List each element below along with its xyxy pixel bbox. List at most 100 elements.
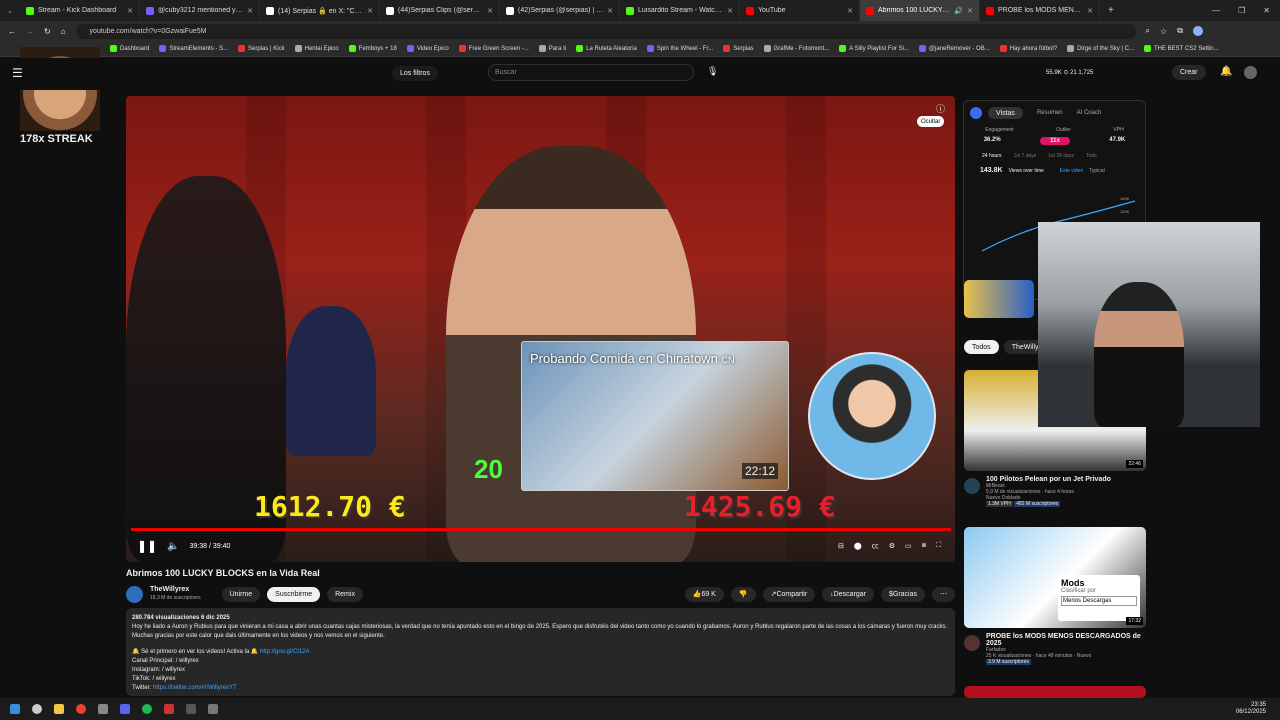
autoplay-toggle[interactable]: ⬤ (854, 542, 862, 550)
rec-thumbnail[interactable]: Mods Clasificar por Menos Descargas 17:3… (964, 527, 1146, 628)
app-icon[interactable] (98, 704, 108, 714)
menu-icon[interactable]: ☰ (12, 66, 23, 80)
close-icon[interactable]: ✕ (487, 7, 493, 15)
close-icon[interactable]: ✕ (367, 7, 373, 15)
end-card-video[interactable]: Probando Comida en Chinatown CN 22:12 (521, 341, 789, 491)
explorer-icon[interactable] (54, 704, 64, 714)
description-link[interactable]: https://twitter.com/#!/WillyrexYT (153, 685, 237, 691)
home-icon[interactable]: ⌂ (61, 27, 66, 36)
description-box[interactable]: 280.784 visualizaciones 6 dic 2025 Hoy h… (126, 608, 955, 696)
browser-tab[interactable]: Luisardito Stream - Watch Live✕ (620, 0, 740, 21)
description-link[interactable]: http://goo.gl/Cl12A (260, 649, 309, 655)
avatar[interactable] (1244, 66, 1257, 79)
spotify-icon[interactable] (142, 704, 152, 714)
new-tab-button[interactable]: + (1100, 5, 1114, 16)
rec-channel-avatar[interactable] (964, 478, 980, 494)
close-icon[interactable]: ✕ (127, 7, 133, 15)
fullscreen-icon[interactable]: ⛶ (936, 542, 951, 550)
progress-bar[interactable] (131, 528, 951, 531)
forward-icon[interactable]: → (26, 27, 34, 36)
bookmark-item[interactable]: Free Green Screen -... (458, 45, 529, 52)
chip-all[interactable]: Todos (964, 340, 999, 354)
bookmark-item[interactable]: Dirge of the Sky | C... (1067, 45, 1134, 52)
close-icon[interactable]: ✕ (967, 7, 973, 15)
bookmark-item[interactable]: Video Epico (406, 45, 449, 52)
captions-icon[interactable]: ㏄ (872, 541, 879, 551)
info-icon[interactable]: ⓘ (936, 102, 945, 115)
more-button[interactable]: ⋯ (932, 586, 955, 602)
remix-button[interactable]: Remix (327, 586, 363, 602)
discord-icon[interactable] (120, 704, 130, 714)
download-button[interactable]: ↓ Descargar (822, 586, 874, 602)
bookmark-item[interactable]: StreamElements - S... (159, 45, 228, 52)
close-icon[interactable]: ✕ (607, 7, 613, 15)
settings-icon[interactable]: ⚙ (889, 542, 895, 550)
back-icon[interactable]: ← (8, 27, 16, 36)
end-card-channel[interactable] (808, 352, 936, 480)
miniplayer-icon[interactable]: ⊟ (838, 542, 844, 550)
tab-search-icon[interactable]: ⌄ (0, 7, 20, 15)
hide-button[interactable]: Ocultar (917, 116, 945, 127)
bookmark-item[interactable]: @janeRemover - OB... (918, 45, 990, 52)
rec-item[interactable]: 100 Pilotos Pelean por un Jet Privado Mr… (964, 476, 1146, 507)
browser-tab-active[interactable]: Abrimos 100 LUCKY BLOC🔊✕ (860, 0, 980, 21)
bookmark-item[interactable]: Serpias (723, 45, 754, 52)
views-dropdown[interactable]: Views over time (1009, 168, 1044, 174)
app-icon[interactable] (164, 704, 174, 714)
close-window-icon[interactable]: ✕ (1263, 6, 1270, 15)
star-icon[interactable]: ☆ (1160, 27, 1167, 36)
bookmark-item[interactable]: Femboys + 18 (348, 45, 397, 52)
search-input[interactable]: Buscar (488, 64, 694, 81)
bookmark-item[interactable]: Serpias | Kick (238, 45, 285, 52)
mic-icon[interactable]: 🎙 (707, 66, 718, 77)
range-option[interactable]: 1st 7 days (1013, 153, 1036, 159)
thanks-button[interactable]: $ Gracias (880, 586, 925, 602)
rec-thumbnail[interactable] (964, 686, 1146, 698)
close-icon[interactable]: ✕ (847, 7, 853, 15)
theater-icon[interactable]: ▭ (905, 542, 912, 550)
browser-tab[interactable]: (44)Serpias Clips (@serpias.clip✕ (380, 0, 500, 21)
channel-name[interactable]: TheWillyrex (150, 586, 201, 594)
bookmark-item[interactable]: Dashboard (110, 45, 149, 52)
close-icon[interactable]: ✕ (727, 7, 733, 15)
extensions-icon[interactable]: ⧉ (1177, 26, 1183, 36)
channel-avatar[interactable] (126, 585, 143, 603)
browser-tab[interactable]: @cuby3212 mentioned you ✕ (140, 0, 260, 21)
app-icon[interactable] (186, 704, 196, 714)
start-icon[interactable] (10, 704, 20, 714)
rec-channel-avatar[interactable] (964, 635, 980, 651)
video-player[interactable]: ⓘ Ocultar 1612.70 € 1425.69 € 20 (126, 96, 955, 562)
rec-item[interactable]: PROBE los MODS MENOS DESCARGADOS de 2025… (964, 633, 1146, 665)
range-option[interactable]: 24 hours (982, 153, 1001, 159)
range-option[interactable]: Todo (1086, 153, 1097, 159)
audio-icon[interactable]: 🔊 (954, 7, 963, 15)
filters-button[interactable]: Los filtros (392, 66, 438, 81)
cast-icon[interactable]: ⧈ (922, 542, 926, 550)
volume-icon[interactable]: 🔈 (167, 541, 179, 552)
minimize-icon[interactable]: — (1212, 6, 1220, 15)
bookmark-item[interactable]: Para ti (538, 45, 566, 52)
subscribe-button[interactable]: Suscribirme (267, 586, 321, 602)
search-taskbar-icon[interactable] (32, 704, 42, 714)
browser-tab[interactable]: Stream - Kick Dashboard ✕ (20, 0, 140, 21)
browser-tab[interactable]: (14) Serpias 🔒 en X: "Chicos te✕ (260, 0, 380, 21)
share-button[interactable]: ↗ Compartir (762, 586, 816, 602)
join-button[interactable]: Unirme (221, 586, 261, 602)
maximize-icon[interactable]: ❐ (1238, 6, 1245, 15)
notifications-icon[interactable]: 🔔 (1220, 66, 1232, 77)
profile-icon[interactable] (1192, 26, 1203, 36)
bookmark-item[interactable]: La Ruleta Aleatoria (576, 45, 637, 52)
system-clock[interactable]: 23:35 06/12/2025 (1236, 702, 1280, 716)
like-button[interactable]: 👍 69 K (684, 586, 724, 602)
sidebar-thumbnail[interactable] (964, 280, 1034, 318)
close-icon[interactable]: ✕ (1087, 7, 1093, 15)
url-field[interactable]: youtube.com/watch?v=0GzwaiFue5M (75, 23, 1136, 39)
zoom-icon[interactable]: ⌕ (1146, 26, 1150, 36)
browser-tab[interactable]: (42)Serpias (@serpias) | TikTok✕ (500, 0, 620, 21)
bookmark-item[interactable]: THE BEST CS2 Settin... (1144, 45, 1219, 52)
bookmark-item[interactable]: Hay ahora fútbol? (999, 45, 1057, 52)
bookmark-item[interactable]: A Silly Playlist For Si... (839, 45, 909, 52)
chrome-icon[interactable] (76, 704, 86, 714)
tab-summary[interactable]: Resumen (1029, 110, 1071, 116)
tab-ai-coach[interactable]: AI Coach (1077, 110, 1102, 116)
